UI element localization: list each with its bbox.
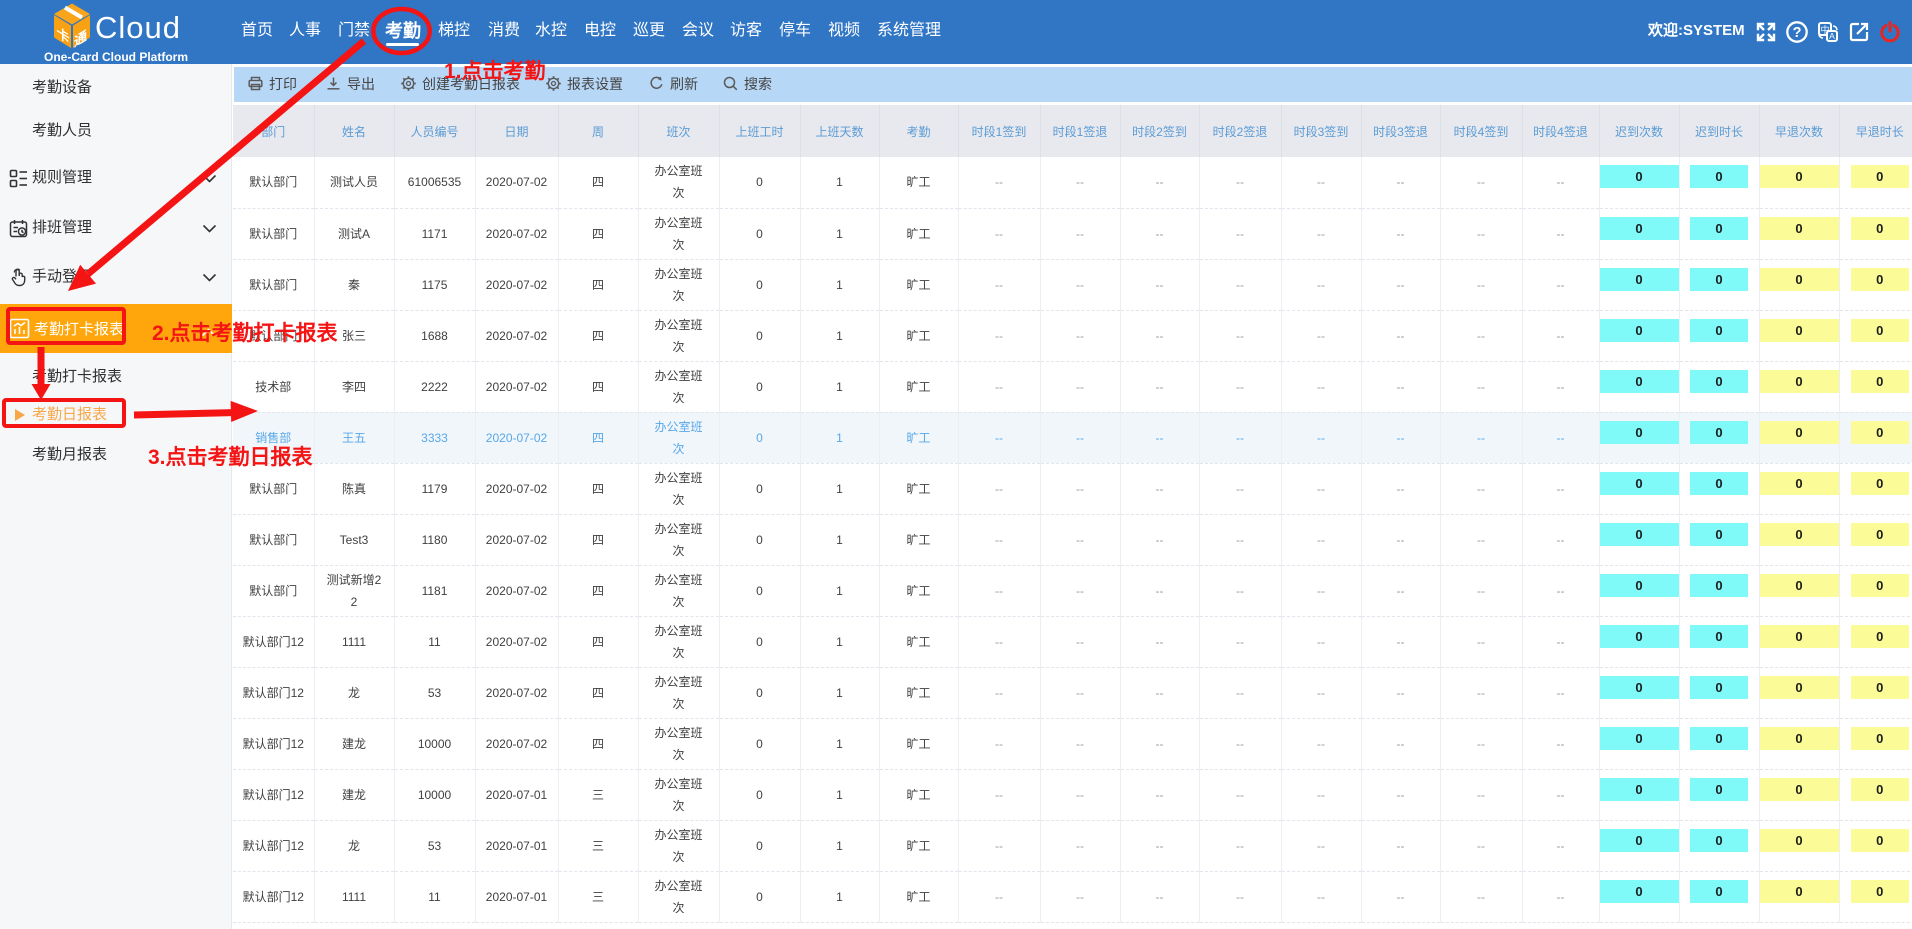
- svg-text:?: ?: [1793, 25, 1802, 41]
- svg-text:A: A: [1829, 31, 1835, 41]
